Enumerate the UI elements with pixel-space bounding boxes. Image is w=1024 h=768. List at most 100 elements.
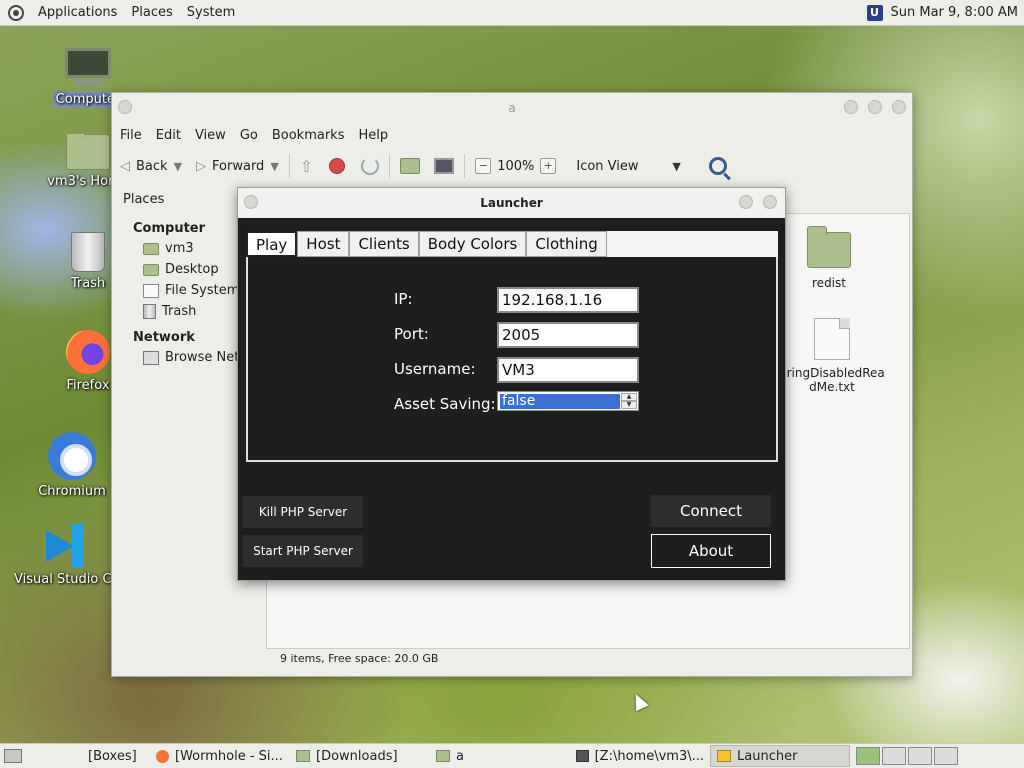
launcher-title: Launcher (480, 196, 543, 210)
workspace-3[interactable] (908, 747, 932, 765)
show-desktop-icon[interactable] (4, 749, 22, 763)
spin-up-icon[interactable]: ▲ (621, 393, 637, 401)
folder-icon (436, 750, 450, 762)
spin-down-icon[interactable]: ▼ (621, 401, 637, 409)
up-arrow-icon[interactable]: ⇧ (300, 157, 313, 176)
filesystem-icon (143, 283, 159, 298)
minimize-icon[interactable] (739, 195, 753, 209)
window-menu-icon[interactable] (244, 195, 258, 209)
menu-go[interactable]: Go (240, 128, 258, 143)
text-file-icon (814, 318, 850, 360)
file-manager-menubar: File Edit View Go Bookmarks Help (112, 123, 912, 147)
task-launcher[interactable]: Launcher (710, 745, 850, 767)
menu-file[interactable]: File (120, 128, 142, 143)
top-panel: Applications Places System U Sun Mar 9, … (0, 0, 1024, 26)
zoom-in-button[interactable]: + (540, 158, 557, 174)
file-item-redist[interactable]: redist (799, 226, 859, 290)
task-wine-explorer[interactable]: [Z:\home\vm3\... (570, 745, 710, 767)
desktop-icon-vscode[interactable]: Visual Studio Code (14, 524, 114, 587)
launcher-titlebar[interactable]: Launcher (238, 188, 785, 218)
menu-view[interactable]: View (195, 128, 226, 143)
workspace-4[interactable] (934, 747, 958, 765)
zoom-level: 100% (497, 158, 535, 174)
launcher-window: Launcher Play Host Clients Body Colors C… (237, 187, 786, 581)
task-downloads[interactable]: [Downloads] (290, 745, 430, 767)
file-manager-toolbar: ◁ Back ▼ ▷ Forward ▼ ⇧ − 100% + Icon Vie… (112, 147, 912, 185)
status-bar: 9 items, Free space: 20.0 GB (280, 652, 439, 665)
vscode-icon (42, 524, 86, 568)
network-icon (143, 350, 159, 365)
close-icon[interactable] (763, 195, 777, 209)
forward-arrow-icon: ▷ (196, 158, 207, 174)
home-icon[interactable] (400, 158, 421, 174)
trash-icon (71, 232, 105, 272)
folder-icon (143, 263, 159, 276)
task-a[interactable]: a (430, 745, 570, 767)
username-input[interactable] (497, 357, 639, 383)
system-menu[interactable]: System (187, 5, 235, 20)
back-history-dropdown[interactable]: ▼ (174, 160, 182, 173)
firefox-icon (156, 749, 169, 763)
view-mode-dropdown-icon[interactable]: ▼ (672, 160, 680, 173)
file-manager-titlebar[interactable]: a (112, 93, 912, 123)
back-button[interactable]: ◁ Back (120, 159, 168, 174)
applications-menu[interactable]: Applications (38, 5, 117, 20)
asset-saving-value: false (500, 394, 620, 409)
kill-php-server-button[interactable]: Kill PHP Server (243, 496, 363, 528)
reload-icon[interactable] (361, 157, 380, 175)
ip-label: IP: (394, 290, 413, 308)
computer-icon (65, 48, 111, 88)
launcher-tabs: Play Host Clients Body Colors Clothing (246, 231, 778, 257)
connect-button[interactable]: Connect (651, 495, 771, 527)
desktop-icon-chromium[interactable]: Chromium (22, 432, 122, 499)
port-label: Port: (394, 325, 429, 343)
tab-body-colors[interactable]: Body Colors (418, 231, 527, 257)
task-wormhole[interactable]: [Wormhole - Si... (150, 745, 290, 767)
zoom-out-button[interactable]: − (475, 158, 492, 174)
port-input[interactable] (497, 322, 639, 348)
places-menu[interactable]: Places (131, 5, 172, 20)
back-arrow-icon: ◁ (120, 158, 130, 174)
home-folder-icon (66, 134, 110, 170)
launcher-body: Play Host Clients Body Colors Clothing I… (238, 218, 785, 580)
taskbar: [Boxes] [Wormhole - Si... [Downloads] a … (0, 743, 1024, 768)
username-label: Username: (394, 360, 476, 378)
mouse-cursor-icon (629, 690, 649, 712)
forward-history-dropdown[interactable]: ▼ (270, 160, 278, 173)
view-mode-select[interactable]: Icon View (576, 159, 666, 174)
terminal-icon (576, 750, 589, 762)
firefox-icon (66, 330, 110, 374)
menu-edit[interactable]: Edit (156, 128, 181, 143)
update-notifier-icon[interactable]: U (866, 4, 883, 21)
close-icon[interactable] (892, 100, 906, 114)
stop-icon[interactable] (329, 158, 346, 174)
ip-input[interactable] (497, 287, 639, 313)
home-folder-icon (143, 242, 159, 255)
clock[interactable]: Sun Mar 9, 8:00 AM (891, 5, 1019, 20)
tab-host[interactable]: Host (297, 231, 350, 257)
distro-logo-icon[interactable] (8, 4, 24, 21)
minimize-icon[interactable] (844, 100, 858, 114)
search-icon[interactable] (708, 157, 727, 175)
tab-clothing[interactable]: Clothing (526, 231, 607, 257)
task-boxes[interactable]: [Boxes] (28, 745, 150, 767)
play-tab-panel: IP: Port: Username: Asset Saving: false … (246, 257, 778, 462)
maximize-icon[interactable] (868, 100, 882, 114)
chromium-icon (48, 432, 96, 480)
about-button[interactable]: About (651, 534, 771, 568)
asset-saving-spinbox[interactable]: false ▲ ▼ (497, 391, 639, 411)
tab-play[interactable]: Play (246, 231, 298, 257)
menu-help[interactable]: Help (358, 128, 388, 143)
forward-button[interactable]: ▷ Forward (196, 159, 264, 174)
asset-saving-label: Asset Saving: (394, 395, 496, 413)
window-menu-icon[interactable] (118, 100, 132, 114)
tab-clients[interactable]: Clients (349, 231, 419, 257)
menu-bookmarks[interactable]: Bookmarks (272, 128, 345, 143)
folder-icon (807, 226, 851, 268)
workspace-2[interactable] (882, 747, 906, 765)
start-php-server-button[interactable]: Start PHP Server (243, 535, 363, 567)
folder-icon (296, 750, 310, 762)
workspace-1[interactable] (856, 747, 880, 765)
window-title: a (508, 101, 516, 115)
computer-icon[interactable] (434, 158, 455, 174)
